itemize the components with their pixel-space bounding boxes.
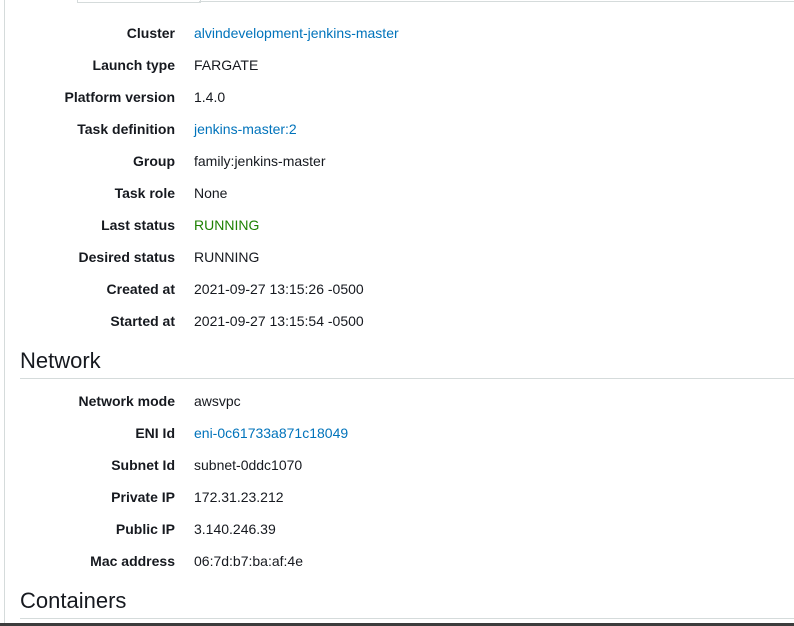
task-definition-link[interactable]: jenkins-master:2 [194,118,297,140]
network-value: subnet-0ddc1070 [194,457,303,473]
last-status-value: RUNNING [194,217,260,233]
containers-section-title: Containers [20,588,127,613]
task-details-panel: Cluster alvindevelopment-jenkins-master … [0,0,794,626]
detail-value: RUNNING [194,249,260,265]
detail-value: family:jenkins-master [194,153,326,169]
detail-label: Desired status [78,249,175,265]
network-value: awsvpc [194,393,241,409]
detail-label: Created at [106,281,175,297]
network-section-title: Network [20,348,101,373]
network-row-mode: Network mode awsvpc [5,390,794,412]
network-row-mac-address: Mac address 06:7d:b7:ba:af:4e [5,550,794,572]
eni-id-link[interactable]: eni-0c61733a871c18049 [194,422,348,444]
detail-row-task-definition: Task definition jenkins-master:2 [5,118,794,140]
network-row-private-ip: Private IP 172.31.23.212 [5,486,794,508]
detail-value: 2021-09-27 13:15:54 -0500 [194,313,364,329]
cluster-link[interactable]: alvindevelopment-jenkins-master [194,22,399,44]
detail-row-task-role: Task role None [5,182,794,204]
network-label: ENI Id [135,425,175,441]
network-value: 172.31.23.212 [194,489,284,505]
detail-row-started-at: Started at 2021-09-27 13:15:54 -0500 [5,310,794,332]
detail-value: FARGATE [194,57,259,73]
detail-label: Cluster [126,25,175,41]
containers-section-divider [20,618,794,619]
detail-label: Task role [114,185,175,201]
network-label: Mac address [90,553,175,569]
network-label: Subnet Id [111,457,175,473]
network-label: Network mode [78,393,175,409]
detail-label: Group [133,153,175,169]
detail-label: Launch type [92,57,175,73]
detail-label: Task definition [77,121,175,137]
tab-underline [199,1,794,2]
detail-row-launch-type: Launch type FARGATE [5,54,794,76]
network-section-divider [20,378,794,379]
detail-row-cluster: Cluster alvindevelopment-jenkins-master [5,22,794,44]
network-label: Public IP [115,521,175,537]
network-row-subnet-id: Subnet Id subnet-0ddc1070 [5,454,794,476]
network-label: Private IP [111,489,175,505]
detail-label: Started at [110,313,175,329]
network-row-eni-id: ENI Id eni-0c61733a871c18049 [5,422,794,444]
network-value: 3.140.246.39 [194,521,276,537]
detail-value: 2021-09-27 13:15:26 -0500 [194,281,364,297]
detail-row-group: Group family:jenkins-master [5,150,794,172]
detail-value: None [194,185,228,201]
network-value: 06:7d:b7:ba:af:4e [194,553,303,569]
detail-row-created-at: Created at 2021-09-27 13:15:26 -0500 [5,278,794,300]
detail-row-last-status: Last status RUNNING [5,214,794,236]
detail-label: Last status [101,217,175,233]
tab-edge [77,0,201,3]
network-row-public-ip: Public IP 3.140.246.39 [5,518,794,540]
detail-value: 1.4.0 [194,89,226,105]
detail-row-platform-version: Platform version 1.4.0 [5,86,794,108]
detail-row-desired-status: Desired status RUNNING [5,246,794,268]
detail-label: Platform version [64,89,175,105]
